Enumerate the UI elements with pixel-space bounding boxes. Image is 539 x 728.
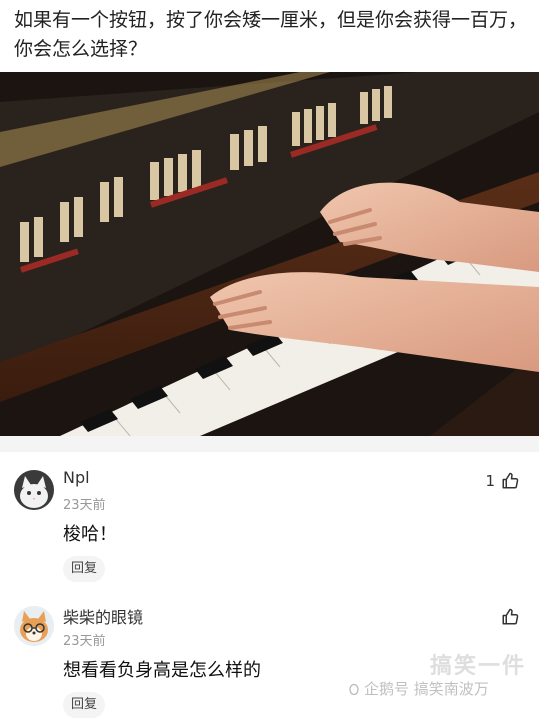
watermark-text: 企鹅号 搞笑南波万 bbox=[348, 678, 489, 699]
comment-time: 23天前 bbox=[63, 634, 106, 649]
comment-username[interactable]: 柴柴的眼镜 bbox=[63, 604, 143, 628]
thumb-up-icon bbox=[502, 608, 519, 625]
comment-username[interactable]: Npl bbox=[63, 468, 90, 487]
comment-item: Npl 23天前 梭哈！ 回复 1 bbox=[0, 462, 539, 592]
dog-avatar-icon bbox=[14, 606, 54, 646]
post-image bbox=[0, 72, 539, 436]
cat-avatar-icon bbox=[14, 470, 54, 510]
post-title: 如果有一个按钮，按了你会矮一厘米，但是你会获得一百万，你会怎么选择？ bbox=[14, 9, 528, 60]
comment-text: 想看看负身高是怎么样的 bbox=[63, 660, 261, 681]
thumb-up-icon bbox=[502, 472, 519, 489]
comment-text: 梭哈！ bbox=[63, 524, 117, 545]
avatar[interactable] bbox=[14, 606, 54, 646]
avatar[interactable] bbox=[14, 470, 54, 510]
like-count: 1 bbox=[485, 472, 495, 490]
penguin-icon bbox=[349, 683, 359, 696]
reply-button[interactable]: 回复 bbox=[63, 556, 105, 582]
comment-time: 23天前 bbox=[63, 498, 106, 513]
watermark-caption: 企鹅号 搞笑南波万 bbox=[364, 680, 489, 698]
section-divider bbox=[0, 436, 539, 452]
like-button[interactable]: 1 bbox=[485, 470, 519, 492]
like-button[interactable] bbox=[495, 606, 519, 628]
watermark-logo: 搞笑一件 bbox=[430, 654, 527, 679]
reply-button[interactable]: 回复 bbox=[63, 692, 105, 718]
